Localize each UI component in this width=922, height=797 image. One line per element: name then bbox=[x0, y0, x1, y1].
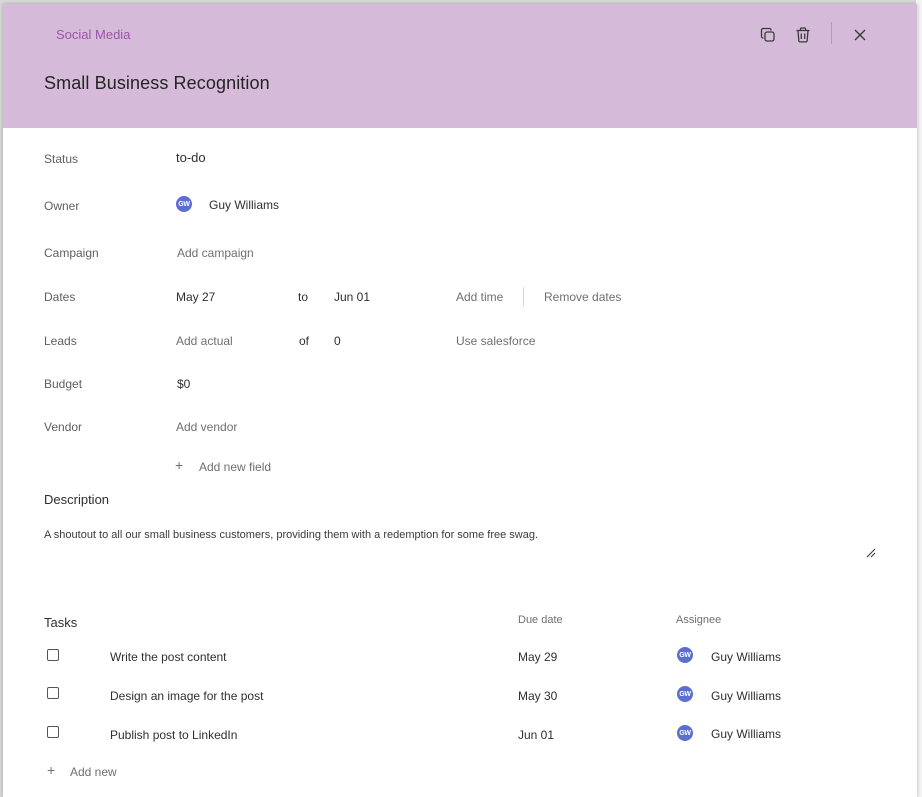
add-new-field-button[interactable]: Add new field bbox=[199, 460, 271, 474]
assignee-column-header: Assignee bbox=[676, 614, 722, 626]
resize-handle-icon[interactable] bbox=[865, 547, 877, 559]
owner-name[interactable]: Guy Williams bbox=[209, 198, 279, 212]
description-title: Description bbox=[44, 492, 110, 507]
task-due-date[interactable]: Jun 01 bbox=[518, 728, 554, 742]
vendor-label: Vendor bbox=[44, 420, 83, 434]
campaign-input[interactable]: Add campaign bbox=[177, 246, 254, 260]
item-title[interactable]: Small Business Recognition bbox=[44, 73, 270, 94]
vendor-input[interactable]: Add vendor bbox=[176, 420, 237, 434]
task-title[interactable]: Design an image for the post bbox=[110, 689, 263, 703]
assignee-avatar: GW bbox=[677, 647, 693, 663]
leads-target[interactable]: 0 bbox=[334, 334, 341, 348]
trash-icon bbox=[796, 27, 810, 43]
task-due-date[interactable]: May 29 bbox=[518, 650, 557, 664]
task-due-date[interactable]: May 30 bbox=[518, 689, 557, 703]
delete-button[interactable] bbox=[792, 24, 814, 46]
campaign-label: Campaign bbox=[44, 246, 99, 260]
dates-label: Dates bbox=[44, 290, 76, 304]
task-checkbox[interactable] bbox=[47, 687, 59, 699]
end-date[interactable]: Jun 01 bbox=[334, 290, 370, 304]
leads-actual-input[interactable]: Add actual bbox=[176, 334, 233, 348]
close-icon bbox=[854, 29, 866, 41]
task-title[interactable]: Write the post content bbox=[110, 650, 227, 664]
modal-header: Social Media Small Business Recognition bbox=[3, 4, 917, 128]
task-title[interactable]: Publish post to LinkedIn bbox=[110, 728, 237, 742]
dates-divider bbox=[523, 287, 524, 307]
start-date[interactable]: May 27 bbox=[176, 290, 215, 304]
add-new-task-button[interactable]: Add new bbox=[70, 765, 117, 779]
dates-to-label: to bbox=[298, 290, 309, 304]
plus-icon: + bbox=[47, 762, 56, 778]
assignee-avatar: GW bbox=[677, 725, 693, 741]
status-label: Status bbox=[44, 152, 79, 166]
tasks-title: Tasks bbox=[44, 615, 78, 630]
leads-of-label: of bbox=[299, 334, 310, 348]
task-assignee[interactable]: Guy Williams bbox=[711, 727, 781, 741]
due-date-column-header: Due date bbox=[518, 614, 563, 626]
owner-avatar: GW bbox=[176, 196, 192, 212]
task-assignee[interactable]: Guy Williams bbox=[711, 689, 781, 703]
plus-icon: + bbox=[175, 457, 184, 473]
use-salesforce-link[interactable]: Use salesforce bbox=[456, 334, 535, 348]
copy-icon bbox=[760, 27, 775, 42]
assignee-avatar: GW bbox=[677, 686, 693, 702]
leads-label: Leads bbox=[44, 334, 77, 348]
task-checkbox[interactable] bbox=[47, 649, 59, 661]
add-time-link[interactable]: Add time bbox=[456, 290, 503, 304]
owner-label: Owner bbox=[44, 199, 80, 213]
task-checkbox[interactable] bbox=[47, 726, 59, 738]
category-label[interactable]: Social Media bbox=[56, 27, 130, 42]
close-button[interactable] bbox=[849, 24, 871, 46]
budget-value[interactable]: $0 bbox=[177, 377, 190, 391]
task-assignee[interactable]: Guy Williams bbox=[711, 650, 781, 664]
header-divider bbox=[831, 22, 832, 44]
budget-label: Budget bbox=[44, 377, 83, 391]
status-value[interactable]: to-do bbox=[176, 150, 206, 165]
description-text[interactable]: A shoutout to all our small business cus… bbox=[44, 529, 538, 541]
duplicate-button[interactable] bbox=[757, 24, 779, 46]
item-detail-modal: Social Media Small Business Recognition … bbox=[3, 4, 917, 797]
remove-dates-link[interactable]: Remove dates bbox=[544, 290, 621, 304]
